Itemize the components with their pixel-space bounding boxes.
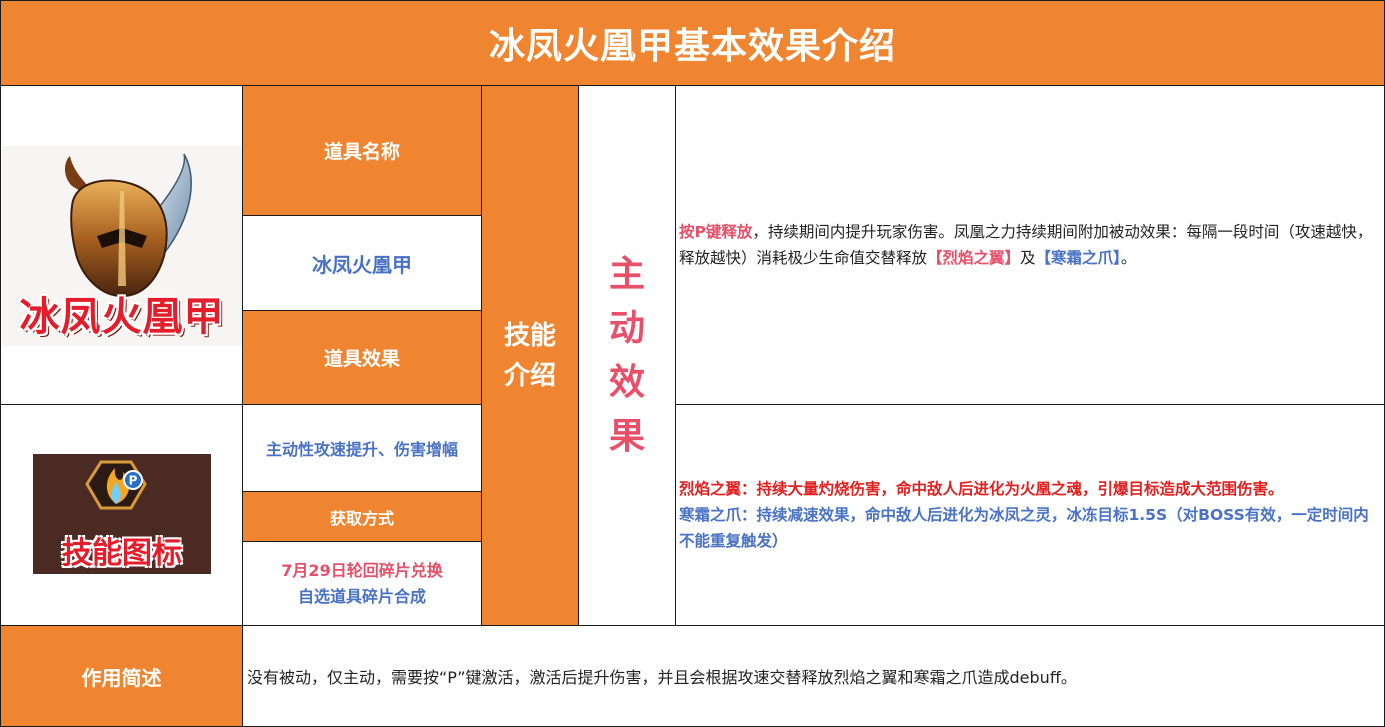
helmet-image: 冰凤火凰甲 xyxy=(2,146,242,346)
active-effect-char: 效 xyxy=(608,361,645,403)
active-effect-char: 主 xyxy=(608,253,645,295)
active-effect-label: 主 动 效 果 xyxy=(578,85,676,626)
item-name-header: 道具名称 xyxy=(242,85,482,216)
table-title: 冰凤火凰甲基本效果介绍 xyxy=(0,0,1385,86)
item-effect-value: 主动性攻速提升、伤害增幅 xyxy=(242,404,482,492)
effect-table: 冰凤火凰甲基本效果介绍 冰凤火凰甲 P 技能图标 道具名称 冰凤火凰甲 道具效果… xyxy=(0,0,1385,727)
obtain-line-1: 7月29日轮回碎片兑换 xyxy=(281,560,443,580)
fire-wing-description: 烈焰之翼：持续大量灼烧伤害，命中敌人后进化为火凰之魂，引爆目标造成大范围伤害。 xyxy=(679,480,1284,498)
active-effect-char: 果 xyxy=(608,415,645,457)
summary-header: 作用简述 xyxy=(0,625,243,727)
skill-icon-image: P 技能图标 xyxy=(33,454,211,574)
fire-wing-tag: 【烈焰之翼】 xyxy=(927,249,1021,267)
skill-icon-label: 技能图标 xyxy=(62,536,182,571)
item-art-label: 冰凤火凰甲 xyxy=(19,294,225,340)
end-punct: 。 xyxy=(1120,249,1137,267)
active-effect-char: 动 xyxy=(608,307,645,349)
skill-intro-line-2: 介绍 xyxy=(503,360,556,391)
p-badge-label: P xyxy=(129,474,138,488)
sub-effect-description: 烈焰之翼：持续大量灼烧伤害，命中敌人后进化为火凰之魂，引爆目标造成大范围伤害。 … xyxy=(675,404,1385,626)
skill-intro-header: 技能 介绍 xyxy=(481,85,579,626)
skill-icon-cell: P 技能图标 xyxy=(0,404,243,626)
frost-claw-tag: 【寒霜之爪】 xyxy=(1035,249,1121,267)
effect-description: 按P键释放，持续期间内提升玩家伤害。凤凰之力持续期间附加被动效果：每隔一段时间（… xyxy=(675,85,1385,405)
item-effect-header: 道具效果 xyxy=(242,310,482,405)
item-name-value: 冰凤火凰甲 xyxy=(242,215,482,311)
frost-claw-description: 寒霜之爪：持续减速效果，命中敌人后进化为冰凤之灵，冰冻目标1.5S（对BOSS有… xyxy=(679,506,1369,550)
skill-intro-line-1: 技能 xyxy=(503,320,556,351)
and-text: 及 xyxy=(1020,249,1036,267)
obtain-header: 获取方式 xyxy=(242,491,482,542)
effect-description-text: 按P键释放，持续期间内提升玩家伤害。凤凰之力持续期间附加被动效果：每隔一段时间（… xyxy=(679,219,1380,271)
summary-text: 没有被动，仅主动，需要按“P”键激活，激活后提升伤害，并且会根据攻速交替释放烈焰… xyxy=(242,625,1385,727)
item-image-cell: 冰凤火凰甲 xyxy=(0,85,243,405)
obtain-line-2: 自选道具碎片合成 xyxy=(297,586,426,606)
obtain-value: 7月29日轮回碎片兑换 自选道具碎片合成 xyxy=(242,541,482,626)
key-hint: 按P键释放 xyxy=(679,223,753,241)
